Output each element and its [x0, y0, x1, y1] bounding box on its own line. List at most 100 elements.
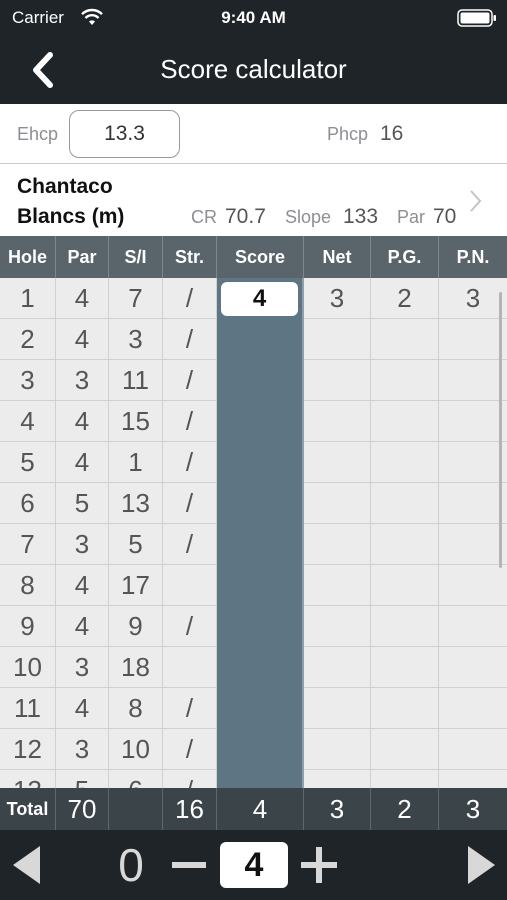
cell-score[interactable]: [217, 606, 304, 647]
cell-pn: [439, 688, 507, 729]
cell-pn: [439, 401, 507, 442]
cell-si: 11: [109, 360, 163, 401]
course-selector[interactable]: Chantaco Blancs (m) CR 70.7 Slope 133 Pa…: [0, 164, 507, 236]
cell-net: [304, 647, 371, 688]
cell-score[interactable]: [217, 360, 304, 401]
cell-pn: [439, 647, 507, 688]
cell-hole: 1: [0, 278, 56, 319]
cell-hole: 8: [0, 565, 56, 606]
cell-strokes: /: [163, 483, 217, 524]
page-title: Score calculator: [160, 54, 347, 84]
total-pg: 2: [371, 788, 439, 830]
plus-icon[interactable]: [300, 846, 338, 884]
cell-score[interactable]: [217, 319, 304, 360]
table-row: 1 4 7/4 3 2 3: [0, 278, 507, 319]
cell-hole: 12: [0, 729, 56, 770]
cell-score[interactable]: [217, 524, 304, 565]
cell-pn: [439, 565, 507, 606]
cell-par: 3: [56, 360, 109, 401]
clock: 9:40 AM: [221, 8, 286, 27]
cell-score[interactable]: [217, 565, 304, 606]
table-header: Hole Par S/I Str. Score Net P.G. P.N.: [0, 236, 507, 278]
handicap-row: Ehcp 13.3 Phcp 16: [0, 104, 507, 164]
slope-label: Slope: [285, 207, 332, 227]
par-value: 70: [433, 205, 457, 228]
score-input[interactable]: 4: [221, 282, 298, 316]
cell-pg: [371, 647, 439, 688]
cell-net: [304, 360, 371, 401]
table-row: 7 3 5/: [0, 524, 507, 565]
cell-pg: [371, 729, 439, 770]
cell-hole: 2: [0, 319, 56, 360]
cell-hole: 11: [0, 688, 56, 729]
total-net: 3: [304, 788, 371, 830]
cell-strokes: [163, 647, 217, 688]
table-row: 3 3 11/: [0, 360, 507, 401]
minus-icon[interactable]: [171, 847, 207, 883]
cell-par: 4: [56, 401, 109, 442]
cell-par: 5: [56, 483, 109, 524]
zero-button[interactable]: 0: [111, 838, 151, 892]
cell-strokes: /: [163, 688, 217, 729]
cell-par: 4: [56, 565, 109, 606]
cell-score[interactable]: 4: [217, 278, 304, 319]
cell-hole: 10: [0, 647, 56, 688]
next-hole-button[interactable]: [466, 844, 498, 886]
cell-score[interactable]: [217, 401, 304, 442]
phcp-value: 16: [380, 122, 404, 145]
cell-net: [304, 319, 371, 360]
cell-par: 3: [56, 647, 109, 688]
cell-par: 5: [56, 770, 109, 788]
cell-net: [304, 524, 371, 565]
ehcp-input[interactable]: 13.3: [69, 110, 180, 158]
navigation-bar: Score calculator: [0, 36, 507, 104]
cell-pg: [371, 401, 439, 442]
table-row: 11 4 8/: [0, 688, 507, 729]
previous-hole-button[interactable]: [10, 844, 42, 886]
stepper-value[interactable]: 4: [220, 842, 288, 888]
cell-pn: [439, 483, 507, 524]
cr-value: 70.7: [225, 205, 266, 228]
holes-table[interactable]: 1356/12310/1148/10318949/8417735/6513/54…: [0, 278, 507, 788]
cell-strokes: /: [163, 319, 217, 360]
cell-score[interactable]: [217, 647, 304, 688]
total-si: [109, 788, 163, 830]
table-row: 6 5 13/: [0, 483, 507, 524]
cell-par: 4: [56, 319, 109, 360]
cell-score[interactable]: [217, 442, 304, 483]
cell-hole: 7: [0, 524, 56, 565]
total-pn: 3: [465, 794, 481, 824]
cell-si: 6: [109, 770, 163, 788]
cell-score[interactable]: [217, 688, 304, 729]
scrollbar[interactable]: [499, 292, 502, 568]
header-si: S/I: [109, 236, 163, 278]
cell-par: 4: [56, 688, 109, 729]
table-row: 4 4 15/: [0, 401, 507, 442]
cell-pn: [439, 360, 507, 401]
header-strokes: Str.: [163, 236, 217, 278]
table-row: 8 4 17: [0, 565, 507, 606]
cell-score[interactable]: [217, 770, 304, 788]
header-pg: P.G.: [371, 236, 439, 278]
cell-pn: 3: [465, 283, 481, 313]
cell-hole: 13: [0, 770, 56, 788]
cell-strokes: /: [163, 524, 217, 565]
cell-pg: [371, 442, 439, 483]
cell-pg: [371, 565, 439, 606]
status-bar: Carrier 9:40 AM: [0, 0, 507, 36]
cell-hole: 5: [0, 442, 56, 483]
cell-strokes: /: [163, 442, 217, 483]
table-row: 10 3 18: [0, 647, 507, 688]
cr-label: CR: [191, 207, 217, 227]
total-score: 4: [217, 788, 304, 830]
cell-score[interactable]: [217, 729, 304, 770]
table-row: 1356/: [0, 770, 507, 788]
cell-pg: [371, 770, 439, 788]
total-strokes: 16: [163, 788, 217, 830]
cell-net: [304, 770, 371, 788]
course-name-line1: Chantaco: [17, 175, 113, 198]
cell-pg: 2: [371, 278, 439, 319]
course-name: Chantaco Blancs (m): [17, 172, 124, 232]
cell-score[interactable]: [217, 483, 304, 524]
cell-pg: [371, 688, 439, 729]
